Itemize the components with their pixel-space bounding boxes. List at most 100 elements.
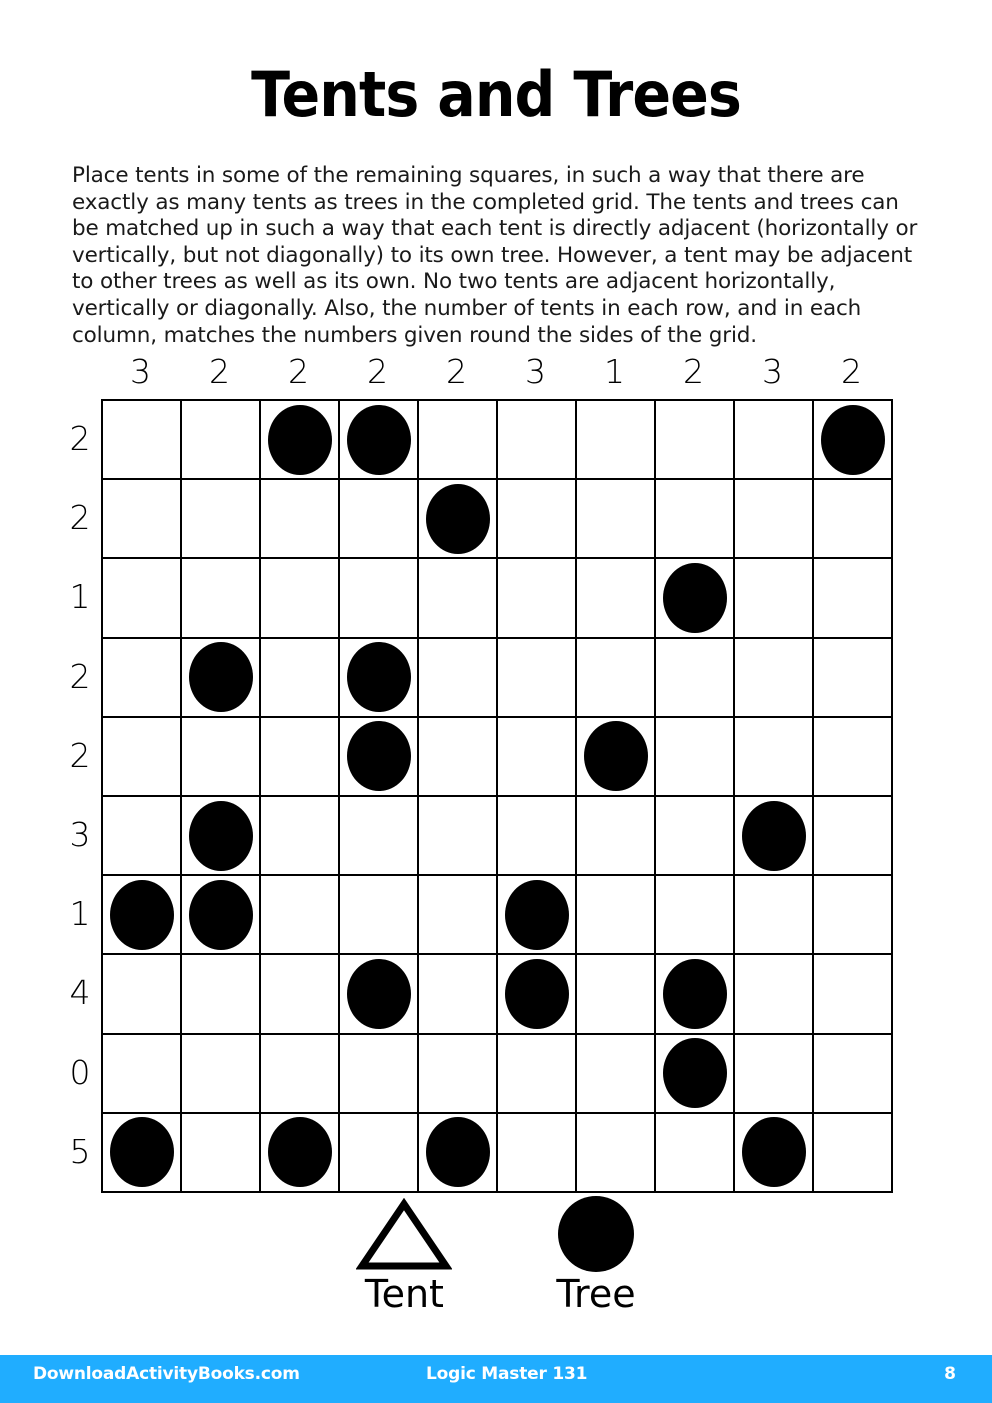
grid-cell-tree[interactable] bbox=[814, 401, 893, 481]
grid-cell-tree[interactable] bbox=[656, 955, 735, 1035]
grid-cell-empty[interactable] bbox=[103, 796, 182, 877]
grid-cell-tree[interactable] bbox=[735, 1113, 814, 1193]
grid-cell-empty[interactable] bbox=[261, 796, 340, 877]
grid-cell-tree[interactable] bbox=[340, 717, 419, 797]
grid-cell-empty[interactable] bbox=[498, 717, 577, 797]
grid-cell-tree[interactable] bbox=[340, 638, 419, 718]
grid-cell-empty[interactable] bbox=[656, 401, 735, 481]
grid-cell-empty[interactable] bbox=[419, 796, 498, 877]
grid-cell-empty[interactable] bbox=[182, 717, 261, 797]
grid-cell-tree[interactable] bbox=[340, 401, 419, 481]
grid-cell-empty[interactable] bbox=[498, 401, 577, 481]
grid-cell-empty[interactable] bbox=[498, 480, 577, 560]
grid-cell-empty[interactable] bbox=[261, 638, 340, 718]
grid-cell-empty[interactable] bbox=[103, 480, 182, 560]
grid-cell-empty[interactable] bbox=[182, 401, 261, 481]
grid-cell-empty[interactable] bbox=[261, 717, 340, 797]
grid-cell-tree[interactable] bbox=[182, 638, 261, 718]
grid-cell-empty[interactable] bbox=[814, 1034, 893, 1114]
grid-cell-empty[interactable] bbox=[735, 638, 814, 718]
grid-cell-empty[interactable] bbox=[261, 876, 340, 956]
grid-cell-tree[interactable] bbox=[656, 1034, 735, 1114]
grid-cell-tree[interactable] bbox=[735, 796, 814, 877]
grid-cell-empty[interactable] bbox=[103, 638, 182, 718]
grid-cell-empty[interactable] bbox=[182, 1034, 261, 1114]
grid-cell-empty[interactable] bbox=[814, 1113, 893, 1193]
grid-cell-tree[interactable] bbox=[103, 876, 182, 956]
grid-cell-empty[interactable] bbox=[656, 480, 735, 560]
grid-cell-empty[interactable] bbox=[814, 955, 893, 1035]
grid-cell-empty[interactable] bbox=[498, 638, 577, 718]
grid-cell-empty[interactable] bbox=[261, 480, 340, 560]
grid-cell-empty[interactable] bbox=[577, 401, 656, 481]
grid-cell-empty[interactable] bbox=[419, 1034, 498, 1114]
grid-cell-empty[interactable] bbox=[577, 955, 656, 1035]
grid-cell-tree[interactable] bbox=[103, 1113, 182, 1193]
grid-cell-empty[interactable] bbox=[103, 559, 182, 639]
grid-cell-empty[interactable] bbox=[419, 955, 498, 1035]
grid-cell-tree[interactable] bbox=[656, 559, 735, 639]
grid-cell-empty[interactable] bbox=[261, 955, 340, 1035]
grid-cell-empty[interactable] bbox=[498, 1113, 577, 1193]
grid-cell-empty[interactable] bbox=[419, 638, 498, 718]
grid-cell-tree[interactable] bbox=[498, 955, 577, 1035]
grid-cell-empty[interactable] bbox=[103, 717, 182, 797]
grid-cell-empty[interactable] bbox=[814, 480, 893, 560]
grid-cell-empty[interactable] bbox=[814, 876, 893, 956]
grid-cell-empty[interactable] bbox=[577, 1113, 656, 1193]
grid-cell-empty[interactable] bbox=[498, 796, 577, 877]
grid-cell-empty[interactable] bbox=[103, 401, 182, 481]
grid-cell-empty[interactable] bbox=[735, 717, 814, 797]
grid-cell-empty[interactable] bbox=[735, 955, 814, 1035]
grid-cell-empty[interactable] bbox=[735, 401, 814, 481]
grid-cell-empty[interactable] bbox=[498, 559, 577, 639]
grid-cell-empty[interactable] bbox=[735, 1034, 814, 1114]
grid-cell-empty[interactable] bbox=[656, 876, 735, 956]
grid-cell-empty[interactable] bbox=[419, 717, 498, 797]
grid-cell-empty[interactable] bbox=[735, 480, 814, 560]
grid-cell-empty[interactable] bbox=[656, 717, 735, 797]
grid-cell-empty[interactable] bbox=[182, 955, 261, 1035]
puzzle-grid[interactable] bbox=[101, 399, 893, 1193]
grid-cell-tree[interactable] bbox=[577, 717, 656, 797]
grid-cell-empty[interactable] bbox=[340, 1113, 419, 1193]
grid-cell-empty[interactable] bbox=[261, 1034, 340, 1114]
grid-cell-empty[interactable] bbox=[103, 955, 182, 1035]
grid-cell-empty[interactable] bbox=[340, 796, 419, 877]
grid-cell-tree[interactable] bbox=[182, 876, 261, 956]
grid-cell-empty[interactable] bbox=[656, 796, 735, 877]
grid-cell-empty[interactable] bbox=[577, 480, 656, 560]
grid-cell-tree[interactable] bbox=[182, 796, 261, 877]
grid-cell-empty[interactable] bbox=[419, 401, 498, 481]
grid-cell-empty[interactable] bbox=[419, 559, 498, 639]
grid-cell-tree[interactable] bbox=[261, 1113, 340, 1193]
grid-cell-empty[interactable] bbox=[340, 480, 419, 560]
grid-cell-empty[interactable] bbox=[498, 1034, 577, 1114]
grid-cell-empty[interactable] bbox=[656, 638, 735, 718]
grid-cell-tree[interactable] bbox=[498, 876, 577, 956]
grid-cell-empty[interactable] bbox=[419, 876, 498, 956]
grid-cell-tree[interactable] bbox=[419, 480, 498, 560]
footer-site-link[interactable]: DownloadActivityBooks.com bbox=[33, 1364, 300, 1384]
grid-cell-empty[interactable] bbox=[340, 559, 419, 639]
grid-cell-tree[interactable] bbox=[261, 401, 340, 481]
grid-cell-tree[interactable] bbox=[419, 1113, 498, 1193]
grid-cell-empty[interactable] bbox=[577, 1034, 656, 1114]
grid-cell-empty[interactable] bbox=[577, 638, 656, 718]
grid-cell-tree[interactable] bbox=[340, 955, 419, 1035]
grid-cell-empty[interactable] bbox=[577, 796, 656, 877]
grid-cell-empty[interactable] bbox=[340, 1034, 419, 1114]
grid-cell-empty[interactable] bbox=[814, 638, 893, 718]
grid-cell-empty[interactable] bbox=[261, 559, 340, 639]
grid-cell-empty[interactable] bbox=[814, 796, 893, 877]
grid-cell-empty[interactable] bbox=[577, 559, 656, 639]
grid-cell-empty[interactable] bbox=[814, 559, 893, 639]
grid-cell-empty[interactable] bbox=[656, 1113, 735, 1193]
grid-cell-empty[interactable] bbox=[182, 559, 261, 639]
grid-cell-empty[interactable] bbox=[340, 876, 419, 956]
grid-cell-empty[interactable] bbox=[735, 876, 814, 956]
grid-cell-empty[interactable] bbox=[103, 1034, 182, 1114]
grid-cell-empty[interactable] bbox=[735, 559, 814, 639]
grid-cell-empty[interactable] bbox=[577, 876, 656, 956]
grid-cell-empty[interactable] bbox=[182, 1113, 261, 1193]
